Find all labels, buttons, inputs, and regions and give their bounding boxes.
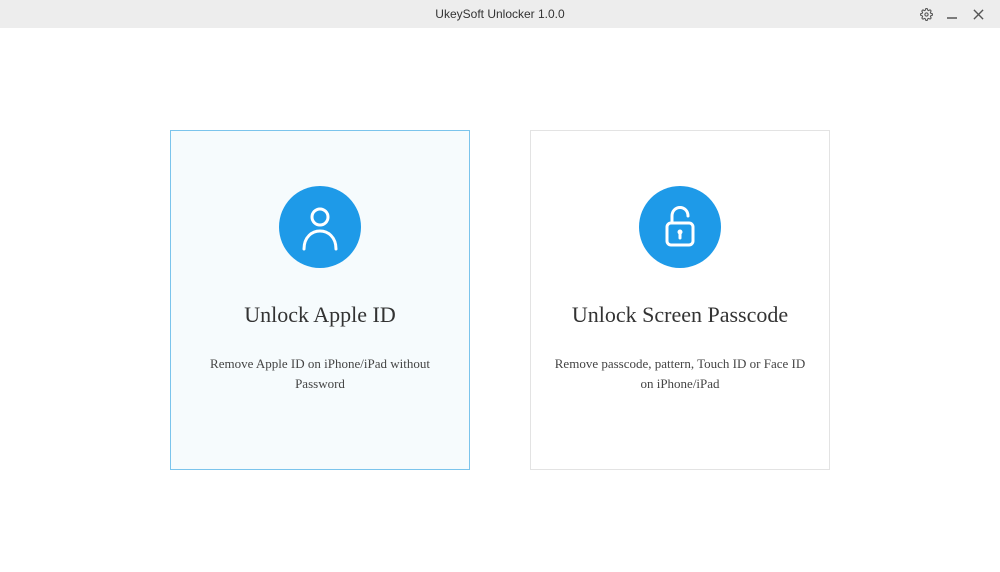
- close-icon[interactable]: [970, 6, 986, 22]
- option-desc: Remove passcode, pattern, Touch ID or Fa…: [531, 354, 829, 393]
- lock-icon: [639, 186, 721, 268]
- option-desc: Remove Apple ID on iPhone/iPad without P…: [171, 354, 469, 393]
- option-title: Unlock Screen Passcode: [572, 302, 788, 328]
- unlock-screen-passcode-card[interactable]: Unlock Screen Passcode Remove passcode, …: [530, 130, 830, 470]
- person-icon: [279, 186, 361, 268]
- unlock-apple-id-card[interactable]: Unlock Apple ID Remove Apple ID on iPhon…: [170, 130, 470, 470]
- minimize-icon[interactable]: [944, 6, 960, 22]
- settings-icon[interactable]: [918, 6, 934, 22]
- main-content: Unlock Apple ID Remove Apple ID on iPhon…: [0, 28, 1000, 572]
- titlebar: UkeySoft Unlocker 1.0.0: [0, 0, 1000, 28]
- option-title: Unlock Apple ID: [244, 302, 396, 328]
- titlebar-controls: [918, 0, 1000, 28]
- window-title: UkeySoft Unlocker 1.0.0: [0, 7, 1000, 21]
